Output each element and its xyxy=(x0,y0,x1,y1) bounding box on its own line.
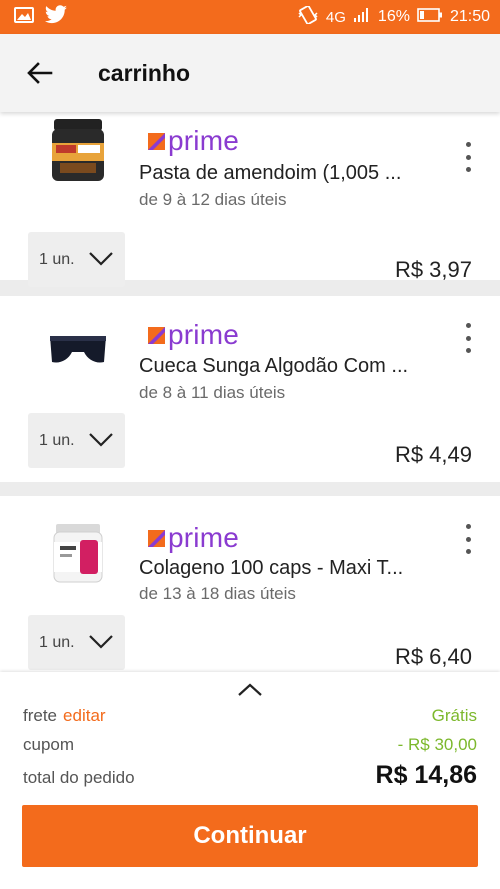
total-value: R$ 14,86 xyxy=(375,761,477,789)
prime-logo-icon xyxy=(148,132,165,150)
chevron-down-icon xyxy=(88,432,113,447)
expand-summary-button[interactable] xyxy=(236,680,264,700)
gallery-icon xyxy=(14,6,34,28)
chevron-down-icon xyxy=(88,634,113,649)
quantity-value: 1 un. xyxy=(39,431,75,449)
prime-label: prime xyxy=(168,319,240,350)
shipping-value: Grátis xyxy=(431,706,477,725)
item-options-button[interactable] xyxy=(458,524,478,554)
signal-icon xyxy=(353,7,371,28)
quantity-select[interactable]: 1 un. xyxy=(28,615,125,670)
quantity-select[interactable]: 1 un. xyxy=(28,232,125,287)
product-name[interactable]: Colageno 100 caps - Maxi T... xyxy=(139,557,403,580)
coupon-value: - R$ 30,00 xyxy=(397,735,477,754)
cart-item: prime Colageno 100 caps - Maxi T... de 1… xyxy=(0,496,500,672)
clock: 21:50 xyxy=(449,8,490,25)
total-label: total do pedido xyxy=(23,768,135,787)
product-image-peanut-butter xyxy=(44,117,112,185)
delivery-estimate: de 8 à 11 dias úteis xyxy=(139,383,286,402)
continue-button[interactable]: Continuar xyxy=(22,805,478,867)
quantity-select[interactable]: 1 un. xyxy=(28,413,125,468)
product-name[interactable]: Pasta de amendoim (1,005 ... xyxy=(139,162,401,185)
battery-icon xyxy=(417,7,443,28)
edit-shipping-link[interactable]: editar xyxy=(63,706,106,725)
total-row: total do pedido R$ 14,86 xyxy=(23,761,477,790)
delivery-estimate: de 9 à 12 dias úteis xyxy=(139,190,287,209)
arrow-left-icon xyxy=(27,62,53,84)
quantity-value: 1 un. xyxy=(39,633,75,651)
prime-badge: prime xyxy=(148,524,239,552)
prime-badge: prime xyxy=(148,321,239,349)
shipping-label: frete xyxy=(23,706,58,725)
coupon-label: cupom xyxy=(23,735,75,754)
cart-item: prime Cueca Sunga Algodão Com ... de 8 à… xyxy=(0,296,500,482)
chevron-up-icon xyxy=(238,683,262,696)
app-bar: carrinho xyxy=(0,34,500,112)
product-name[interactable]: Cueca Sunga Algodão Com ... xyxy=(139,355,408,378)
item-options-button[interactable] xyxy=(458,142,478,172)
quantity-value: 1 un. xyxy=(39,250,75,268)
item-price: R$ 4,49 xyxy=(394,442,472,467)
twitter-icon xyxy=(44,4,68,30)
item-price: R$ 6,40 xyxy=(394,644,472,669)
item-price: R$ 3,97 xyxy=(394,257,472,282)
cart-list[interactable]: prime Pasta de amendoim (1,005 ... de 9 … xyxy=(0,112,500,672)
prime-logo-icon xyxy=(148,529,165,547)
back-button[interactable] xyxy=(12,45,68,101)
prime-logo-icon xyxy=(148,326,165,344)
order-summary: frete editar Grátis cupom - R$ 30,00 tota… xyxy=(0,672,500,889)
product-image-underwear xyxy=(44,316,112,384)
cart-item: prime Pasta de amendoim (1,005 ... de 9 … xyxy=(0,112,500,287)
page-title: carrinho xyxy=(98,59,191,86)
vibrate-icon xyxy=(297,4,319,29)
chevron-down-icon xyxy=(88,251,113,266)
shipping-row: frete editar Grátis xyxy=(23,706,477,726)
prime-badge: prime xyxy=(148,127,239,155)
network-type: 4G xyxy=(325,8,346,26)
product-image-collagen xyxy=(44,520,112,588)
prime-label: prime xyxy=(168,125,240,156)
prime-label: prime xyxy=(168,522,240,553)
battery-percent: 16% xyxy=(377,8,410,25)
status-bar: 4G 16% 21:50 xyxy=(0,0,500,34)
delivery-estimate: de 13 à 18 dias úteis xyxy=(139,584,296,603)
item-options-button[interactable] xyxy=(458,323,478,353)
coupon-row: cupom - R$ 30,00 xyxy=(23,735,477,755)
